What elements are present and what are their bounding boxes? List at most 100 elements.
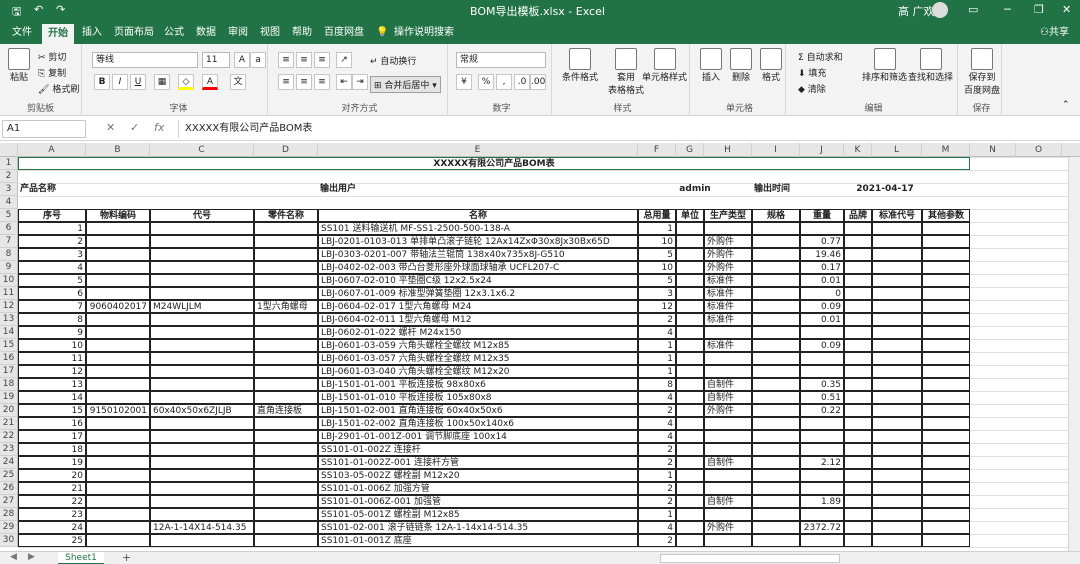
table-cell[interactable]: SS101-02-001 滚子链链条 12A-1-14x14-514.35 [318, 521, 638, 534]
table-cell[interactable] [704, 508, 752, 521]
table-cell[interactable] [872, 417, 922, 430]
table-cell[interactable]: 5 [638, 248, 676, 261]
table-cell[interactable] [86, 391, 150, 404]
table-cell[interactable] [704, 534, 752, 547]
table-cell[interactable]: 0.77 [800, 235, 844, 248]
table-cell[interactable]: 5 [638, 274, 676, 287]
prev-sheet-icon[interactable]: ◀ [10, 552, 17, 562]
share-button[interactable]: ⚇共享 [1038, 22, 1071, 44]
table-header-cell[interactable]: 代号 [150, 209, 254, 222]
table-cell[interactable] [752, 521, 800, 534]
table-cell[interactable]: 12A-1-14X14-514.35 [150, 521, 254, 534]
wrap-text-button[interactable]: ↵ 自动换行 [370, 54, 416, 67]
row-header[interactable]: 25 [0, 469, 18, 482]
sheet-tab-sheet1[interactable]: Sheet1 [58, 552, 104, 564]
table-cell[interactable] [254, 508, 318, 521]
column-header-o[interactable]: O [1016, 143, 1062, 157]
table-cell[interactable] [86, 534, 150, 547]
table-cell[interactable]: M24WLJLM [150, 300, 254, 313]
table-cell[interactable]: 4 [638, 391, 676, 404]
table-cell[interactable] [150, 326, 254, 339]
table-cell[interactable] [922, 222, 970, 235]
table-cell[interactable] [150, 430, 254, 443]
table-cell[interactable] [752, 248, 800, 261]
table-cell[interactable]: 4 [638, 326, 676, 339]
table-cell[interactable] [752, 391, 800, 404]
table-cell[interactable]: 1.89 [800, 495, 844, 508]
table-cell[interactable] [752, 300, 800, 313]
column-header-h[interactable]: H [704, 143, 752, 157]
table-cell[interactable] [872, 430, 922, 443]
table-cell[interactable] [676, 495, 704, 508]
table-cell[interactable]: 0.51 [800, 391, 844, 404]
table-cell[interactable]: SS103-05-002Z 螺栓副 M12x20 [318, 469, 638, 482]
table-cell[interactable] [752, 352, 800, 365]
row-header[interactable]: 20 [0, 404, 18, 417]
table-cell[interactable]: 2 [18, 235, 86, 248]
table-cell[interactable] [254, 469, 318, 482]
table-cell[interactable]: 0.01 [800, 313, 844, 326]
decrease-decimal-icon[interactable]: .00 [530, 74, 546, 90]
align-center-icon[interactable]: ≡ [296, 74, 312, 90]
table-cell[interactable] [752, 443, 800, 456]
function-icon[interactable]: fx [154, 121, 164, 134]
row-header[interactable]: 10 [0, 274, 18, 287]
table-cell[interactable] [922, 378, 970, 391]
table-cell[interactable]: LBJ-0601-03-057 六角头螺栓全螺纹 M12x35 [318, 352, 638, 365]
table-cell[interactable] [254, 534, 318, 547]
table-cell[interactable]: LBJ-0602-01-022 螺杆 M24x150 [318, 326, 638, 339]
table-cell[interactable]: SS101-01-001Z 底座 [318, 534, 638, 547]
table-cell[interactable]: 标准件 [704, 313, 752, 326]
table-cell[interactable] [86, 456, 150, 469]
table-cell[interactable]: LBJ-1501-02-001 直角连接板 60x40x50x6 [318, 404, 638, 417]
table-cell[interactable] [86, 352, 150, 365]
table-cell[interactable] [752, 417, 800, 430]
table-cell[interactable] [872, 235, 922, 248]
table-cell[interactable] [872, 456, 922, 469]
row-header[interactable]: 17 [0, 365, 18, 378]
table-cell[interactable]: 2 [638, 482, 676, 495]
table-cell[interactable] [150, 248, 254, 261]
table-cell[interactable] [704, 482, 752, 495]
clear-button[interactable]: ◆ 清除 [798, 82, 826, 95]
table-cell[interactable] [844, 482, 872, 495]
column-header-i[interactable]: I [752, 143, 800, 157]
table-cell[interactable] [676, 274, 704, 287]
align-left-icon[interactable]: ≡ [278, 74, 294, 90]
table-cell[interactable] [872, 313, 922, 326]
row-header[interactable]: 13 [0, 313, 18, 326]
table-cell[interactable] [86, 521, 150, 534]
table-cell[interactable] [676, 508, 704, 521]
row-header[interactable]: 28 [0, 508, 18, 521]
table-cell[interactable] [150, 339, 254, 352]
row-header[interactable]: 2 [0, 170, 18, 183]
table-cell[interactable] [922, 274, 970, 287]
table-cell[interactable] [872, 274, 922, 287]
table-cell[interactable]: 15 [18, 404, 86, 417]
table-cell[interactable]: 4 [638, 417, 676, 430]
fill-button[interactable]: ⬇ 填充 [798, 66, 826, 79]
table-cell[interactable] [676, 248, 704, 261]
table-cell[interactable] [676, 261, 704, 274]
table-cell[interactable]: LBJ-0303-0201-007 带轴法兰辊筒 138x40x735x8J-G… [318, 248, 638, 261]
table-cell[interactable] [922, 365, 970, 378]
table-cell[interactable]: 8 [18, 313, 86, 326]
table-cell[interactable]: 自制件 [704, 495, 752, 508]
table-header-cell[interactable]: 单位 [676, 209, 704, 222]
table-cell[interactable] [86, 378, 150, 391]
table-cell[interactable] [844, 261, 872, 274]
table-cell[interactable] [872, 391, 922, 404]
table-cell[interactable] [86, 495, 150, 508]
table-cell[interactable] [872, 495, 922, 508]
table-cell[interactable]: 9150102001 [86, 404, 150, 417]
table-cell[interactable] [844, 365, 872, 378]
table-header-cell[interactable]: 序号 [18, 209, 86, 222]
table-cell[interactable]: 18 [18, 443, 86, 456]
table-cell[interactable] [844, 326, 872, 339]
table-header-cell[interactable]: 重量 [800, 209, 844, 222]
table-cell[interactable] [844, 404, 872, 417]
autosum-button[interactable]: Σ 自动求和 [798, 50, 843, 63]
cell-styles-button[interactable]: 单元格样式 [642, 48, 687, 83]
formula-input[interactable]: XXXXX有限公司产品BOM表 [178, 120, 1072, 138]
avatar[interactable] [932, 2, 948, 18]
